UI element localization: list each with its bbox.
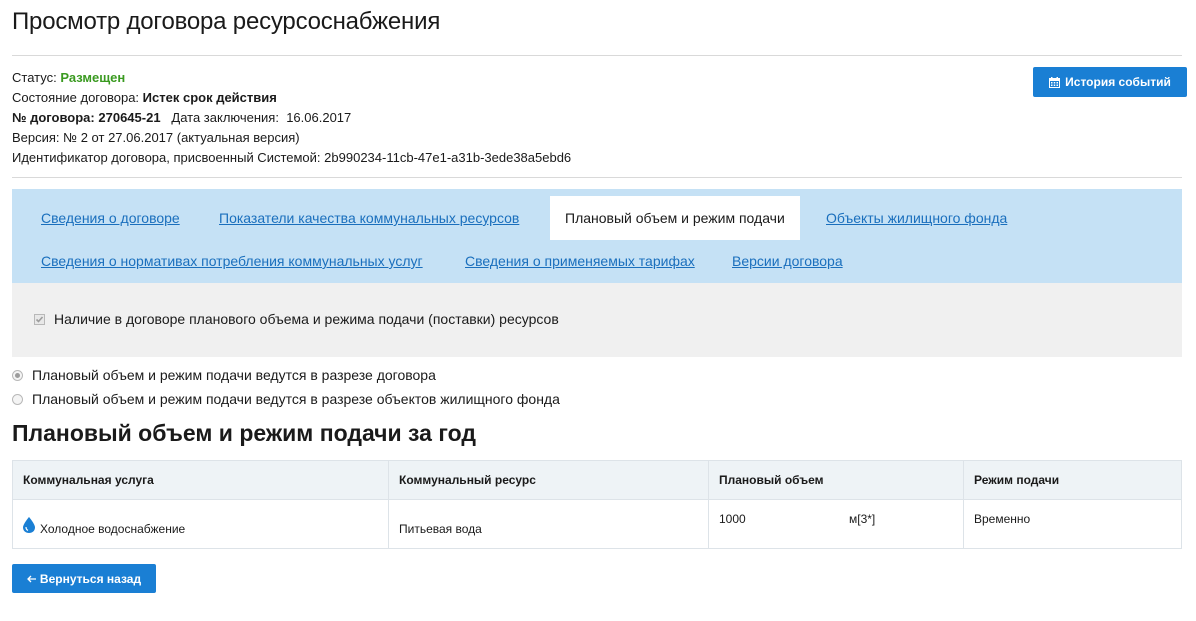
table-row: Холодное водоснабжение Питьевая вода 100…	[13, 500, 1181, 548]
contract-info: Статус: Размещен Состояние договора: Ист…	[12, 68, 571, 168]
column-header: Коммунальный ресурс	[389, 461, 709, 499]
planned-volume-checkbox[interactable]	[34, 313, 45, 325]
divider	[12, 55, 1182, 56]
service-cell: Холодное водоснабжение	[13, 500, 389, 548]
contract-state: Истек срок действия	[142, 90, 277, 105]
planned-volume-table: Коммунальная услуга Коммунальный ресурс …	[12, 460, 1182, 549]
option-by-contract-label: Плановый объем и режим подачи ведутся в …	[32, 367, 436, 383]
contract-id: 2b990234-11cb-47e1-a31b-3ede38a5ebd6	[324, 150, 572, 165]
column-header: Режим подачи	[974, 473, 1060, 487]
status-line: Статус: Размещен	[12, 70, 126, 85]
contract-date: 16.06.2017	[286, 110, 352, 125]
tab-housing-objects[interactable]: Объекты жилищного фонда	[826, 210, 1007, 226]
volume-cell: 1000 м[3*]	[709, 500, 964, 548]
option-by-contract-radio[interactable]	[12, 369, 23, 381]
page-title: Просмотр договора ресурсоснабжения	[12, 8, 441, 35]
tab-contract-info[interactable]: Сведения о договоре	[41, 210, 180, 226]
column-header: Коммунальная услуга	[13, 461, 389, 499]
column-header: Плановый объем	[709, 461, 964, 499]
state-line: Состояние договора: Истек срок действия	[12, 90, 277, 105]
planned-volume-checkbox-label: Наличие в договоре планового объема и ре…	[54, 311, 559, 327]
tab-consumption-norms[interactable]: Сведения о нормативах потребления коммун…	[41, 253, 423, 269]
tab-tariffs[interactable]: Сведения о применяемых тарифах	[465, 253, 695, 269]
tab-versions[interactable]: Версии договора	[732, 253, 843, 269]
number-line: № договора: 270645-21 Дата заключения: 1…	[12, 110, 352, 125]
water-drop-icon	[23, 517, 35, 536]
table-header: Коммунальная услуга Коммунальный ресурс …	[13, 461, 1181, 500]
volume-unit: м[3*]	[849, 512, 876, 526]
planned-volume-checkbox-row: Наличие в договоре планового объема и ре…	[34, 311, 559, 327]
section-title: Плановый объем и режим подачи за год	[12, 420, 476, 446]
arrow-left-icon	[26, 572, 37, 586]
back-button-label: Вернуться назад	[39, 571, 142, 586]
option-by-contract-row: Плановый объем и режим подачи ведутся в …	[12, 367, 436, 383]
divider	[12, 177, 1182, 178]
mode-cell: Временно	[974, 512, 1031, 526]
history-button-label: История событий	[1065, 75, 1171, 89]
contract-number: 270645-21	[98, 110, 161, 125]
option-by-objects-row: Плановый объем и режим подачи ведутся в …	[12, 391, 560, 407]
version-line: Версия: № 2 от 27.06.2017 (актуальная ве…	[12, 130, 300, 145]
tab-planned-volume[interactable]: Плановый объем и режим подачи	[550, 196, 800, 240]
tab-quality-indicators[interactable]: Показатели качества коммунальных ресурсо…	[219, 210, 519, 226]
id-line: Идентификатор договора, присвоенный Сист…	[12, 150, 572, 165]
option-by-objects-label: Плановый объем и режим подачи ведутся в …	[32, 391, 560, 407]
resource-cell: Питьевая вода	[389, 500, 709, 548]
check-icon	[35, 315, 44, 323]
tab-bar: Сведения о договоре Показатели качества …	[12, 189, 1182, 283]
planned-volume-panel: Наличие в договоре планового объема и ре…	[12, 283, 1182, 357]
volume-value: 1000	[719, 512, 746, 526]
back-button[interactable]: Вернуться назад	[12, 564, 156, 593]
service-name: Холодное водоснабжение	[40, 522, 186, 536]
status-badge: Размещен	[60, 70, 126, 85]
calendar-icon	[1049, 76, 1061, 88]
option-by-objects-radio[interactable]	[12, 393, 23, 405]
history-button[interactable]: История событий	[1033, 67, 1187, 97]
